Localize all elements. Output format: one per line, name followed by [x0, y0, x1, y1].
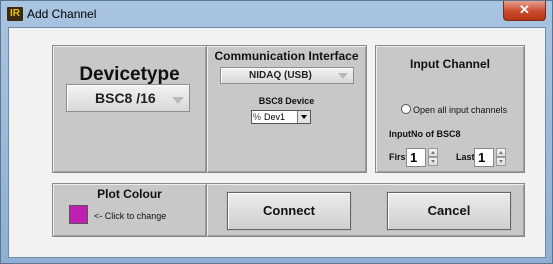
- open-all-label: Open all input channels: [413, 105, 508, 115]
- close-icon: ✕: [519, 2, 530, 17]
- bsc8-device-select[interactable]: % Dev1: [251, 110, 311, 124]
- title-bar: IR Add Channel ✕: [1, 1, 552, 27]
- first-input-field[interactable]: 1: [406, 148, 426, 167]
- io-resource-icon: %: [253, 112, 262, 122]
- first-spinner[interactable]: [428, 148, 438, 167]
- add-channel-window: IR Add Channel ✕ Devicetype BSC8 /16 Com…: [0, 0, 553, 264]
- open-all-radio[interactable]: Open all input channels: [401, 104, 507, 115]
- plot-colour-panel: Plot Colour <- Click to change: [52, 183, 207, 237]
- communication-interface-panel: Communication Interface NIDAQ (USB) BSC8…: [206, 45, 367, 173]
- radio-button-icon[interactable]: [401, 104, 411, 114]
- cancel-button[interactable]: Cancel: [387, 192, 511, 230]
- action-buttons-panel: Connect Cancel: [206, 183, 525, 237]
- close-button[interactable]: ✕: [503, 1, 546, 21]
- device-type-heading: Devicetype: [79, 64, 180, 85]
- plot-colour-heading: Plot Colour: [97, 187, 162, 201]
- last-label: Last: [456, 152, 475, 162]
- communication-interface-heading: Communication Interface: [214, 49, 359, 63]
- chevron-down-icon: [338, 73, 348, 79]
- device-type-selector[interactable]: BSC8 /16: [66, 84, 190, 112]
- dialog-body: Devicetype BSC8 /16 Communication Interf…: [8, 27, 546, 258]
- dropdown-arrow-icon[interactable]: [297, 111, 310, 123]
- device-type-value: BSC8 /16: [95, 90, 156, 106]
- bsc8-device-value: Dev1: [264, 112, 286, 122]
- connect-button[interactable]: Connect: [227, 192, 351, 230]
- last-input-field[interactable]: 1: [474, 148, 494, 167]
- plot-colour-swatch[interactable]: [69, 205, 88, 224]
- decrement-icon[interactable]: [428, 157, 438, 166]
- chevron-down-icon: [172, 97, 184, 104]
- last-spinner[interactable]: [496, 148, 506, 167]
- plot-colour-hint: <- Click to change: [94, 211, 167, 221]
- input-channel-panel: Input Channel Open all input channels In…: [375, 45, 525, 173]
- inputno-label: InputNo of BSC8: [389, 129, 461, 139]
- device-type-panel: Devicetype BSC8 /16: [52, 45, 207, 173]
- input-channel-heading: Input Channel: [410, 57, 490, 71]
- interface-selector[interactable]: NIDAQ (USB): [220, 67, 354, 84]
- app-icon: IR: [7, 7, 23, 21]
- increment-icon[interactable]: [496, 148, 506, 157]
- decrement-icon[interactable]: [496, 157, 506, 166]
- increment-icon[interactable]: [428, 148, 438, 157]
- interface-value: NIDAQ (USB): [249, 70, 312, 81]
- window-title: Add Channel: [27, 7, 97, 21]
- bsc8-device-label: BSC8 Device: [258, 96, 315, 106]
